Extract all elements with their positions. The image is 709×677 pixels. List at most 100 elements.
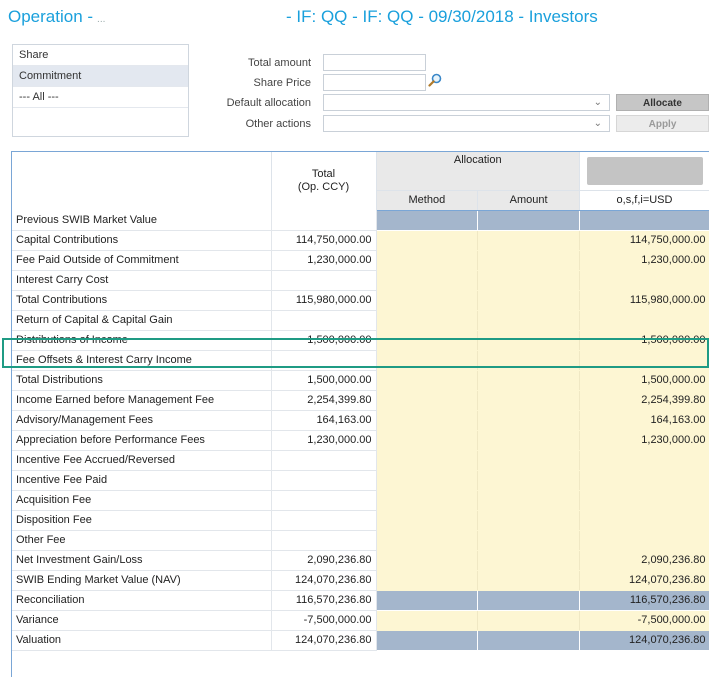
search-icon[interactable] [428, 73, 442, 87]
total-cell [271, 310, 376, 330]
method-cell[interactable] [376, 510, 478, 530]
amount-cell[interactable] [478, 330, 580, 350]
amount-cell[interactable] [478, 550, 580, 570]
amount-cell[interactable] [478, 450, 580, 470]
amount-cell[interactable] [478, 350, 580, 370]
method-cell[interactable] [376, 210, 478, 230]
method-cell[interactable] [376, 270, 478, 290]
table-row: Net Investment Gain/Loss2,090,236.802,09… [12, 550, 709, 570]
total-header-line2: (Op. CCY) [298, 181, 349, 193]
amount-cell[interactable] [478, 530, 580, 550]
method-cell[interactable] [376, 290, 478, 310]
table-row: Acquisition Fee [12, 490, 709, 510]
share-price-input[interactable] [323, 74, 426, 91]
chevron-down-icon[interactable]: ⌄ [594, 118, 602, 129]
amount-cell[interactable] [478, 630, 580, 650]
total-cell: 2,254,399.80 [271, 390, 376, 410]
amount-cell[interactable] [478, 390, 580, 410]
amount-cell[interactable] [478, 210, 580, 230]
table-row: Appreciation before Performance Fees1,23… [12, 430, 709, 450]
total-cell [271, 210, 376, 230]
row-label: Variance [12, 610, 271, 630]
amount-cell[interactable] [478, 470, 580, 490]
method-cell[interactable] [376, 230, 478, 250]
table-row: Other Fee [12, 530, 709, 550]
usd-amount-cell: -7,500,000.00 [580, 610, 709, 630]
method-cell[interactable] [376, 450, 478, 470]
amount-cell[interactable] [478, 290, 580, 310]
amount-cell[interactable] [478, 430, 580, 450]
amount-column-header[interactable]: Amount [478, 190, 580, 210]
method-cell[interactable] [376, 530, 478, 550]
investor-column-header [580, 152, 709, 190]
amount-cell[interactable] [478, 590, 580, 610]
total-amount-input[interactable] [323, 54, 426, 71]
method-cell[interactable] [376, 610, 478, 630]
table-row: Variance-7,500,000.00-7,500,000.00 [12, 610, 709, 630]
method-cell[interactable] [376, 590, 478, 610]
grid-body: Previous SWIB Market ValueCapital Contri… [12, 210, 709, 650]
method-cell[interactable] [376, 570, 478, 590]
method-cell[interactable] [376, 430, 478, 450]
table-row: Return of Capital & Capital Gain [12, 310, 709, 330]
total-cell: 1,230,000.00 [271, 430, 376, 450]
amount-cell[interactable] [478, 230, 580, 250]
page-title-left: Operation -... [8, 7, 105, 27]
amount-cell[interactable] [478, 490, 580, 510]
allocate-button[interactable]: Allocate [616, 94, 709, 111]
row-label: Previous SWIB Market Value [12, 210, 271, 230]
method-cell[interactable] [376, 550, 478, 570]
row-label-header [12, 152, 271, 210]
row-label: Disposition Fee [12, 510, 271, 530]
total-cell: 1,500,000.00 [271, 330, 376, 350]
chevron-down-icon[interactable]: ⌄ [594, 97, 602, 108]
method-cell[interactable] [376, 410, 478, 430]
amount-cell[interactable] [478, 410, 580, 430]
listbox-item-all[interactable]: --- All --- [13, 87, 188, 108]
amount-cell[interactable] [478, 510, 580, 530]
total-cell: 164,163.00 [271, 410, 376, 430]
row-label: Total Distributions [12, 370, 271, 390]
row-label: Capital Contributions [12, 230, 271, 250]
usd-amount-cell [580, 450, 709, 470]
table-row: Disposition Fee [12, 510, 709, 530]
row-label: Appreciation before Performance Fees [12, 430, 271, 450]
table-row: Income Earned before Management Fee2,254… [12, 390, 709, 410]
total-cell: 124,070,236.80 [271, 630, 376, 650]
allocation-basis-listbox[interactable]: Share Commitment --- All --- [12, 44, 189, 137]
method-cell[interactable] [376, 370, 478, 390]
amount-cell[interactable] [478, 370, 580, 390]
method-cell[interactable] [376, 310, 478, 330]
total-cell: 124,070,236.80 [271, 570, 376, 590]
other-actions-label: Other actions [191, 118, 311, 130]
method-cell[interactable] [376, 330, 478, 350]
total-cell: 1,500,000.00 [271, 370, 376, 390]
total-cell: 2,090,236.80 [271, 550, 376, 570]
total-cell [271, 270, 376, 290]
listbox-item-commitment[interactable]: Commitment [13, 66, 188, 87]
amount-cell[interactable] [478, 270, 580, 290]
table-row: Distributions of Income1,500,000.001,500… [12, 330, 709, 350]
allocation-group-header: Allocation [376, 152, 580, 190]
other-actions-select[interactable]: ⌄ [323, 115, 610, 132]
amount-cell[interactable] [478, 570, 580, 590]
row-label: Return of Capital & Capital Gain [12, 310, 271, 330]
apply-button[interactable]: Apply [616, 115, 709, 132]
method-cell[interactable] [376, 390, 478, 410]
method-cell[interactable] [376, 630, 478, 650]
row-label: Acquisition Fee [12, 490, 271, 510]
usd-amount-cell [580, 510, 709, 530]
method-cell[interactable] [376, 350, 478, 370]
amount-cell[interactable] [478, 610, 580, 630]
method-cell[interactable] [376, 470, 478, 490]
table-row: Previous SWIB Market Value [12, 210, 709, 230]
method-cell[interactable] [376, 490, 478, 510]
method-column-header[interactable]: Method [376, 190, 478, 210]
usd-amount-cell: 164,163.00 [580, 410, 709, 430]
method-cell[interactable] [376, 250, 478, 270]
default-allocation-select[interactable]: ⌄ [323, 94, 610, 111]
amount-cell[interactable] [478, 250, 580, 270]
row-label: Net Investment Gain/Loss [12, 550, 271, 570]
listbox-item-share[interactable]: Share [13, 45, 188, 66]
amount-cell[interactable] [478, 310, 580, 330]
